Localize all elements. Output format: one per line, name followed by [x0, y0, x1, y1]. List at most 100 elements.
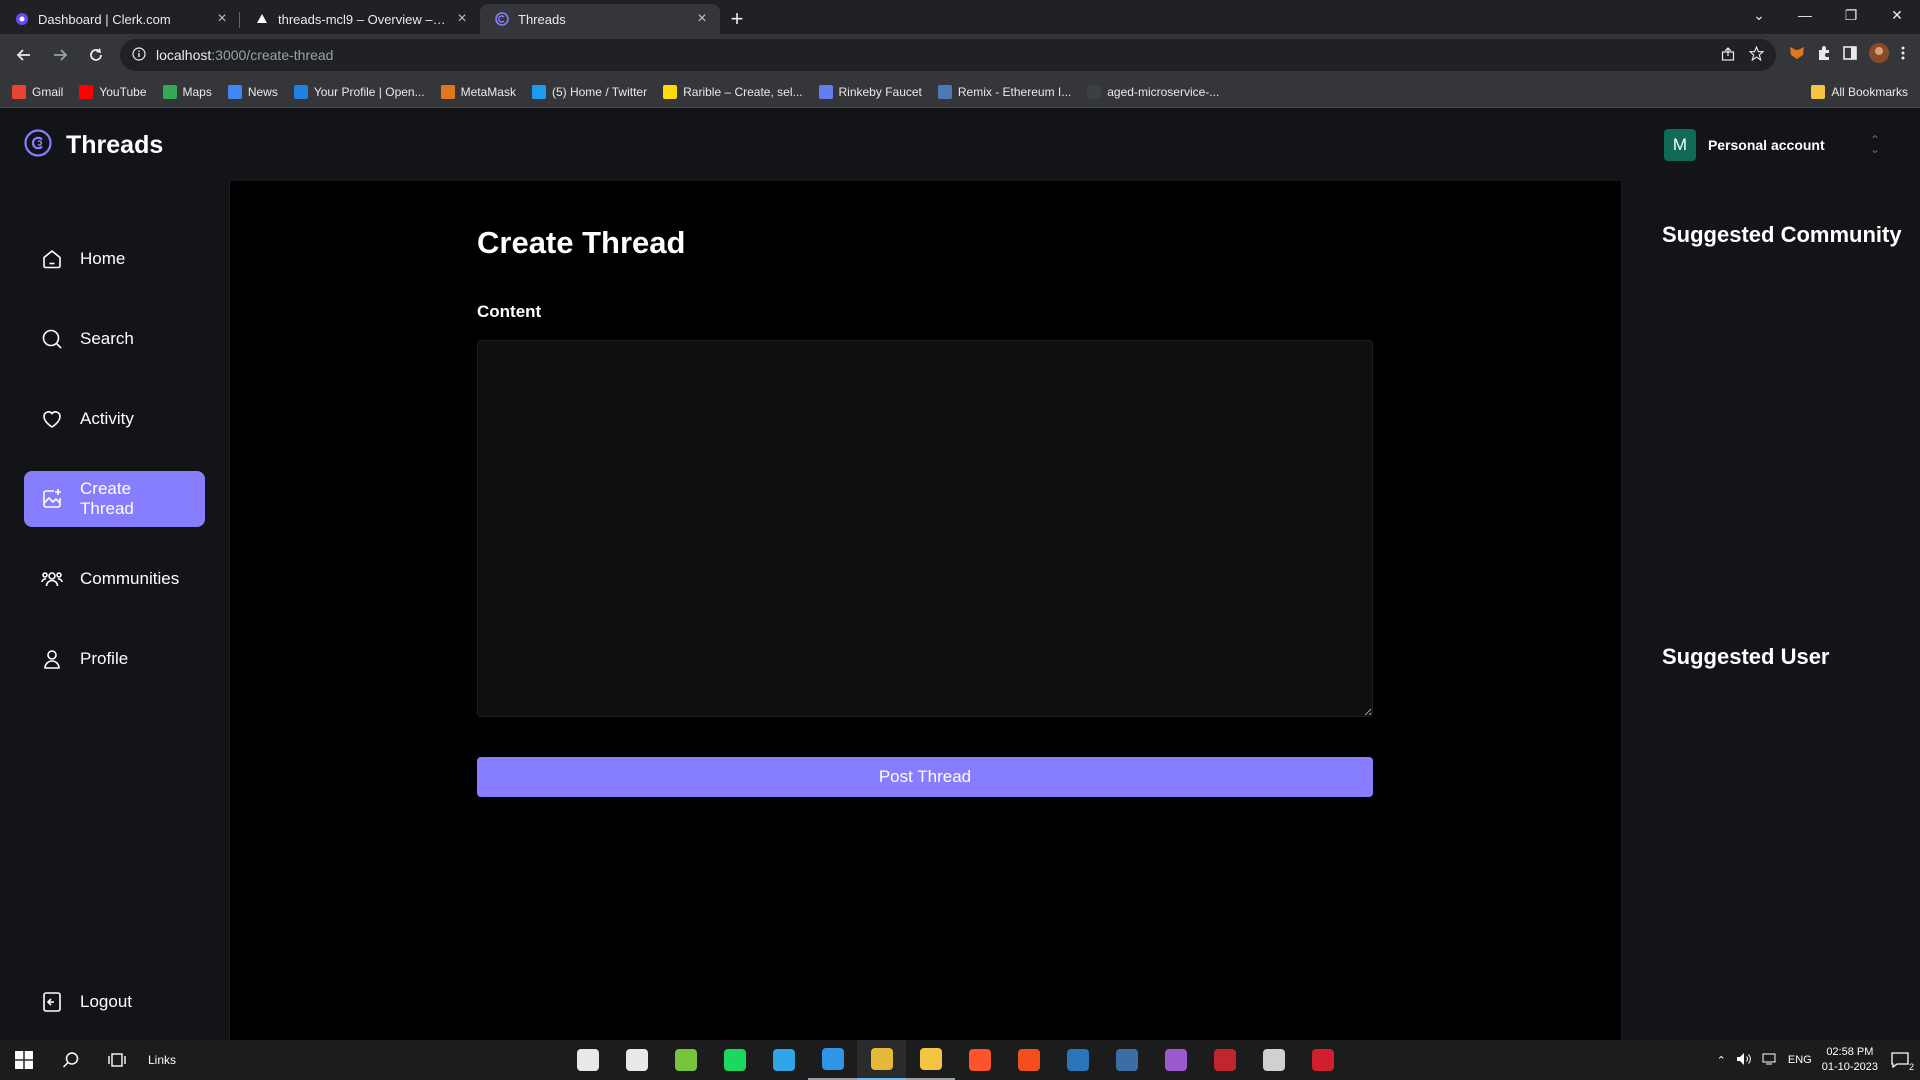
bookmark-item[interactable]: MetaMask — [440, 84, 516, 99]
taskbar-search-icon[interactable] — [48, 1040, 94, 1080]
figma-icon-glyph — [1017, 1049, 1040, 1071]
brave-icon-glyph — [968, 1049, 991, 1071]
side-panel-icon[interactable] — [1842, 45, 1858, 66]
bookmark-star-icon[interactable] — [1748, 45, 1765, 64]
all-bookmarks-folder[interactable]: All Bookmarks — [1811, 84, 1908, 99]
steam-icon-glyph — [1066, 1049, 1089, 1071]
bookmark-label: aged-microservice-... — [1107, 84, 1220, 99]
page-title: Create Thread — [477, 225, 686, 260]
browser-tab[interactable]: Dashboard | Clerk.com × — [0, 4, 240, 34]
snipping-tool-icon[interactable] — [1249, 1040, 1298, 1080]
left-sidebar: Home Search Activity Create Thread Commu… — [0, 181, 230, 1040]
figma-icon[interactable] — [1004, 1040, 1053, 1080]
bookmark-favicon-icon — [937, 84, 952, 99]
back-icon[interactable] — [8, 39, 40, 71]
sidebar-item-activity[interactable]: Activity — [24, 391, 205, 447]
game-icon[interactable] — [1298, 1040, 1347, 1080]
language-indicator[interactable]: ENG — [1788, 1054, 1812, 1066]
links-toolbar[interactable]: Links — [148, 1053, 176, 1067]
heart-icon — [40, 407, 64, 431]
share-icon[interactable] — [1721, 46, 1735, 64]
settings-icon-glyph — [625, 1049, 648, 1071]
sidebar-item-communities[interactable]: Communities — [24, 551, 205, 607]
tab-title: Dashboard | Clerk.com — [38, 11, 171, 27]
sidebar-item-search[interactable]: Search — [24, 311, 205, 367]
bookmark-label: Remix - Ethereum I... — [957, 84, 1072, 99]
bookmark-item[interactable]: News — [227, 84, 278, 99]
settings-icon[interactable] — [612, 1040, 661, 1080]
clock[interactable]: 02:58 PM 01-10-2023 — [1822, 1045, 1878, 1075]
windows-start-icon[interactable] — [0, 1040, 48, 1080]
image-plus-icon — [40, 487, 64, 511]
bookmark-favicon-icon — [162, 84, 177, 99]
sidebar-item-create-thread[interactable]: Create Thread — [24, 471, 205, 527]
chrome-icon[interactable] — [857, 1040, 906, 1080]
volume-icon[interactable] — [1736, 1052, 1752, 1069]
post-thread-button[interactable]: Post Thread — [477, 757, 1373, 797]
bookmark-item[interactable]: aged-microservice-... — [1087, 84, 1220, 99]
home-icon — [40, 247, 64, 271]
site-info-icon[interactable] — [132, 46, 146, 64]
restore-icon[interactable]: ❐ — [1828, 7, 1874, 24]
bookmark-item[interactable]: (5) Home / Twitter — [531, 84, 647, 99]
reload-icon[interactable] — [80, 39, 112, 71]
bookmark-item[interactable]: Rarible – Create, sel... — [663, 84, 803, 99]
game-launcher-icon[interactable] — [1200, 1040, 1249, 1080]
extensions-icon[interactable] — [1816, 45, 1832, 66]
tab-search-icon[interactable]: ⌄ — [1736, 7, 1782, 24]
network-icon[interactable] — [1762, 1052, 1778, 1069]
minimize-icon[interactable]: — — [1782, 7, 1828, 23]
taskbar-apps — [563, 1040, 1347, 1080]
edge-icon[interactable] — [759, 1040, 808, 1080]
visual-studio-icon[interactable] — [1102, 1040, 1151, 1080]
logout-button[interactable]: Logout — [24, 974, 205, 1030]
close-icon[interactable]: × — [454, 10, 470, 28]
suggested-user-heading: Suggested User — [1662, 644, 1830, 669]
github-desktop-icon[interactable] — [1151, 1040, 1200, 1080]
task-view-icon[interactable] — [94, 1040, 140, 1080]
close-icon[interactable]: × — [694, 10, 710, 28]
forward-icon[interactable] — [44, 39, 76, 71]
metamask-extension-icon[interactable] — [1788, 44, 1806, 67]
bookmark-item[interactable]: Gmail — [12, 84, 63, 99]
profile-avatar-icon[interactable] — [1868, 42, 1890, 69]
bookmark-label: News — [247, 84, 278, 99]
browser-tab[interactable]: threads-mcl9 – Overview – Vercel × — [240, 4, 480, 34]
new-tab-button[interactable]: + — [720, 4, 754, 34]
spotify-icon[interactable] — [710, 1040, 759, 1080]
window-controls: ⌄ — ❐ ✕ — [1736, 0, 1920, 30]
file-explorer-icon[interactable] — [906, 1040, 955, 1080]
account-switcher[interactable]: M Personal account ⌃ ⌄ — [1663, 129, 1880, 161]
utorrent-icon[interactable] — [661, 1040, 710, 1080]
threads-favicon-icon — [494, 11, 510, 27]
avatar: M — [1663, 129, 1696, 161]
logo[interactable]: Threads — [24, 128, 163, 162]
bookmark-item[interactable]: YouTube — [79, 84, 147, 99]
sidebar-item-home[interactable]: Home — [24, 231, 205, 287]
tab-title: threads-mcl9 – Overview – Vercel — [278, 11, 446, 27]
bookmark-item[interactable]: Remix - Ethereum I... — [937, 84, 1072, 99]
top-bar: Threads M Personal account ⌃ ⌄ — [0, 109, 1920, 181]
bookmark-label: Maps — [182, 84, 212, 99]
bookmark-label: Your Profile | Open... — [313, 84, 425, 99]
close-window-icon[interactable]: ✕ — [1874, 7, 1920, 24]
vscode-icon[interactable] — [808, 1040, 857, 1080]
bookmark-item[interactable]: Rinkeby Faucet — [818, 84, 922, 99]
content-textarea[interactable] — [477, 340, 1373, 717]
browser-tab-active[interactable]: Threads × — [480, 4, 720, 34]
tab-title: Threads — [518, 11, 566, 27]
bookmark-item[interactable]: Maps — [162, 84, 212, 99]
notification-icon[interactable]: 2 — [1888, 1050, 1914, 1072]
browser-menu-icon[interactable] — [1900, 45, 1906, 66]
brave-icon[interactable] — [955, 1040, 1004, 1080]
vercel-favicon-icon — [254, 11, 270, 27]
bookmark-item[interactable]: Your Profile | Open... — [293, 84, 425, 99]
sidebar-item-profile[interactable]: Profile — [24, 631, 205, 687]
close-icon[interactable]: × — [214, 10, 230, 28]
address-bar[interactable]: localhost:3000/create-thread — [120, 39, 1776, 71]
steam-icon[interactable] — [1053, 1040, 1102, 1080]
game-launcher-icon-glyph — [1213, 1049, 1236, 1071]
edge-icon-glyph — [772, 1049, 795, 1071]
tray-overflow-icon[interactable]: ⌃ — [1717, 1054, 1726, 1067]
security-icon[interactable] — [563, 1040, 612, 1080]
